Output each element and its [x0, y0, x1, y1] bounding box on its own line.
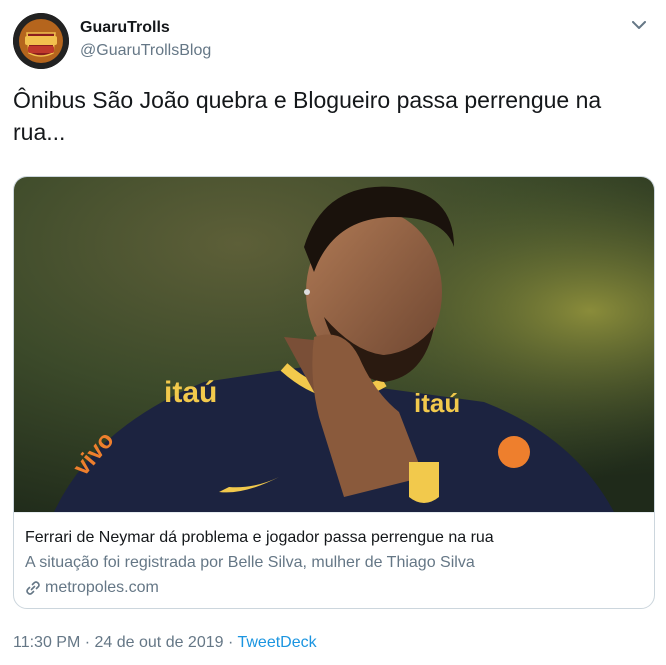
- tweet-time[interactable]: 11:30 PM: [13, 634, 80, 651]
- tweet-source-link[interactable]: TweetDeck: [237, 634, 316, 651]
- display-name[interactable]: GuaruTrolls: [80, 19, 170, 37]
- card-body[interactable]: Ferrari de Neymar dá problema e jogador …: [14, 512, 654, 608]
- card-title[interactable]: Ferrari de Neymar dá problema e jogador …: [25, 529, 494, 547]
- jersey-sponsor-text-right: itaú: [414, 388, 460, 418]
- tweet-date[interactable]: 24 de out de 2019: [95, 634, 224, 651]
- user-handle[interactable]: @GuaruTrollsBlog: [80, 42, 211, 60]
- card-image[interactable]: itaú itaú vivo: [14, 177, 654, 512]
- card-domain-label: metropoles.com: [45, 579, 159, 596]
- meta-separator: ·: [223, 634, 238, 651]
- avatar[interactable]: [13, 13, 69, 69]
- card-domain[interactable]: metropoles.com: [25, 579, 159, 597]
- jersey-sponsor-text: itaú: [164, 376, 217, 409]
- tweet: GuaruTrolls @GuaruTrollsBlog Ônibus São …: [0, 0, 666, 665]
- tweet-meta: 11:30 PM · 24 de out de 2019 · TweetDeck: [13, 634, 317, 652]
- link-card[interactable]: itaú itaú vivo Ferrari de Neymar dá prob…: [13, 176, 655, 609]
- guarutrolls-logo: [13, 13, 69, 69]
- card-description: A situação foi registrada por Belle Silv…: [25, 554, 475, 571]
- tweet-text: Ônibus São João quebra e Blogueiro passa…: [13, 87, 602, 145]
- link-icon: [25, 580, 41, 596]
- meta-separator: ·: [80, 634, 95, 651]
- chevron-down-icon[interactable]: [628, 16, 650, 34]
